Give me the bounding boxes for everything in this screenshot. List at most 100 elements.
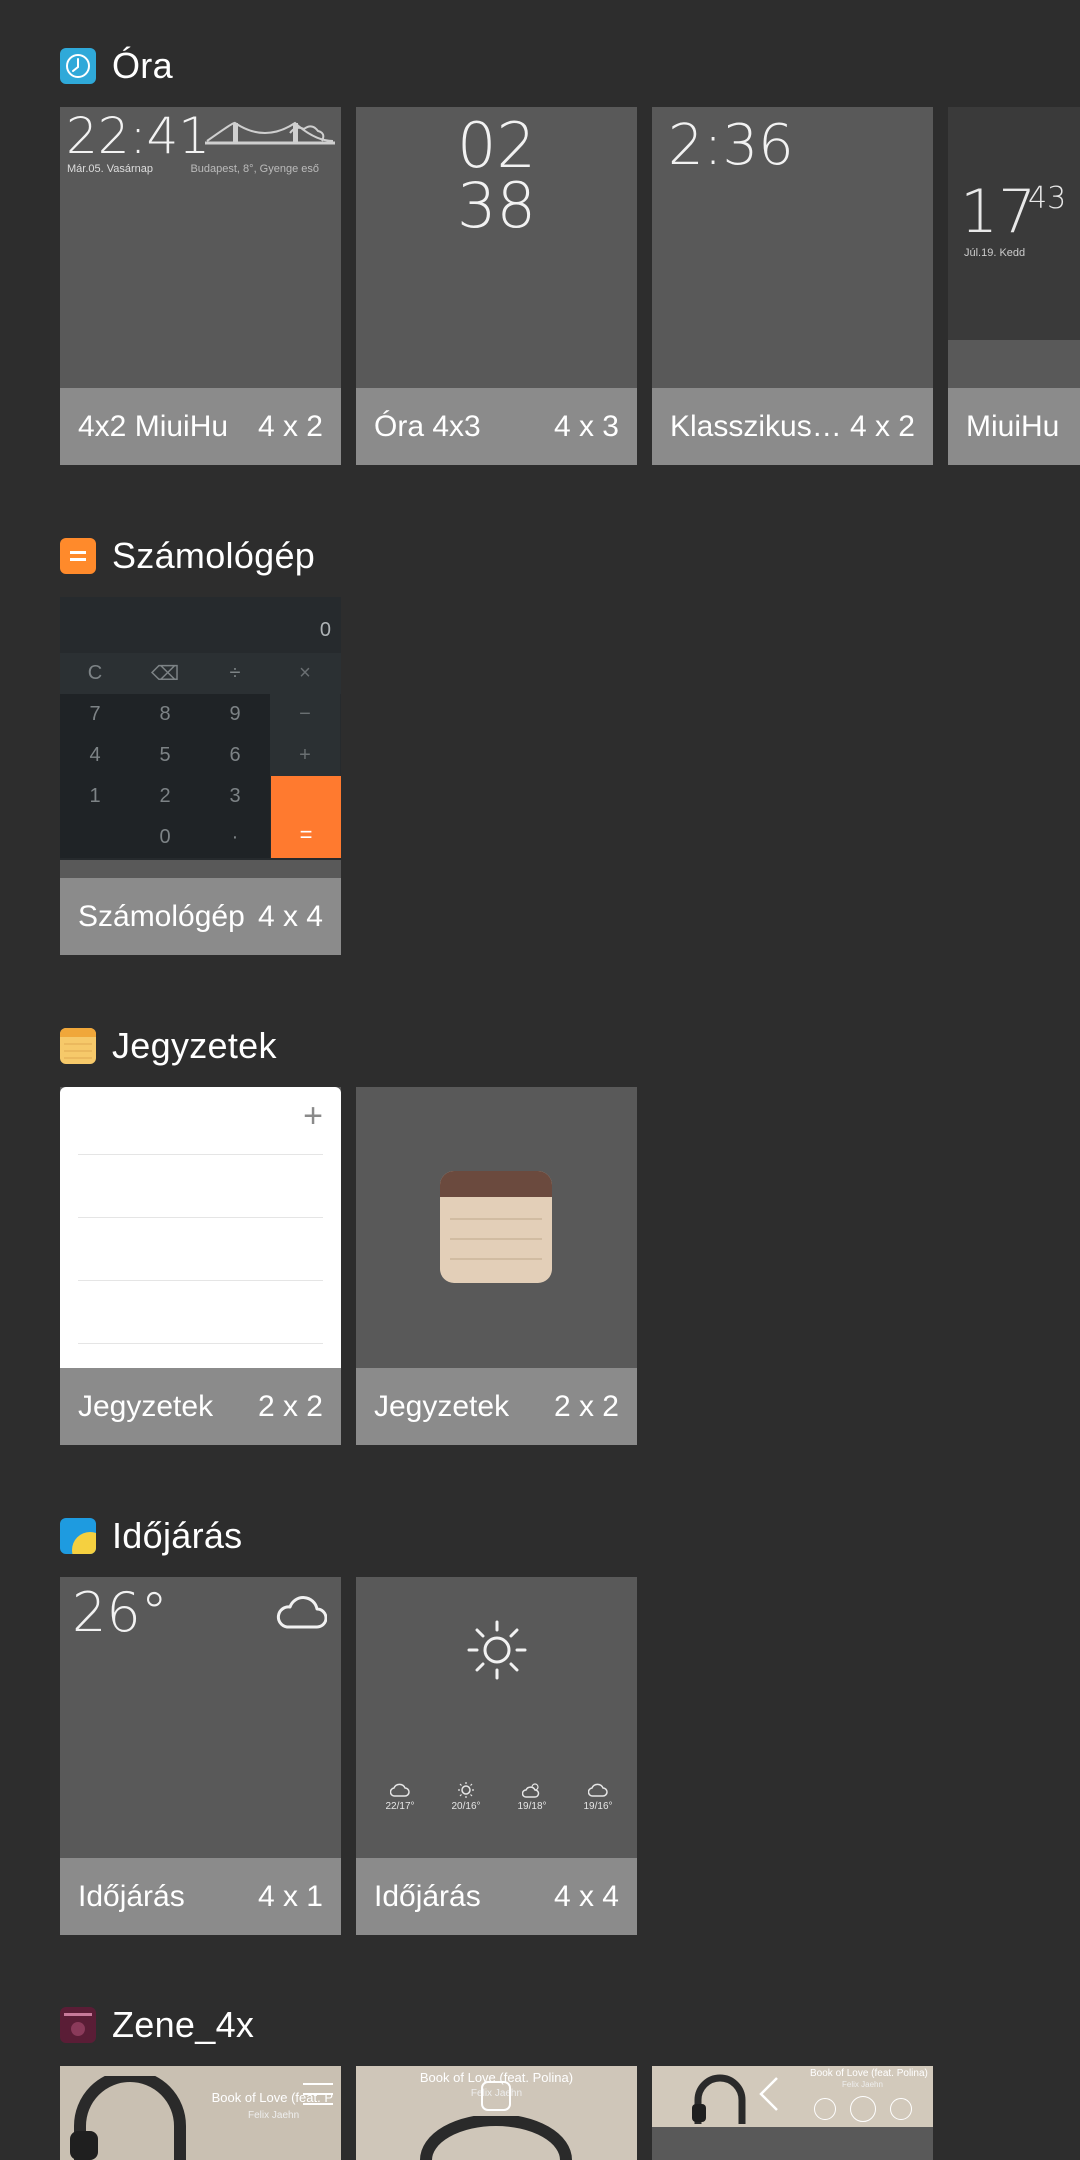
widget-preview: 17 43 Júl.19. Kedd — [948, 107, 1080, 340]
forecast-temps: 22/17° — [385, 1801, 415, 1812]
section-name: Időjárás — [112, 1515, 243, 1556]
headphones-icon — [420, 2116, 572, 2160]
widget-name: Jegyzetek — [374, 1389, 510, 1423]
widget-preview: 02 38 — [356, 107, 637, 388]
calc-key-5: 5 — [130, 735, 200, 776]
bridge-icon — [205, 121, 335, 145]
calc-key-plus: + — [270, 735, 340, 776]
clock-hour: 17 — [960, 177, 1037, 247]
clock-time: 2:36 — [668, 113, 794, 178]
calc-key-7: 7 — [60, 694, 130, 735]
notes-preview: + — [60, 1087, 341, 1368]
calculator-icon — [60, 538, 96, 574]
widget-name: Időjárás — [78, 1879, 185, 1913]
play-button[interactable] — [850, 2096, 876, 2122]
section-name: Zene_4x — [112, 2004, 255, 2045]
widget-size: 4 x 2 — [257, 409, 323, 443]
song-title: Book of Love (feat. Polina) — [810, 2068, 928, 2079]
widget-size: 2 x 2 — [553, 1389, 619, 1423]
cloud-sun-icon — [521, 1783, 540, 1798]
clock-minute: 43 — [1028, 181, 1067, 216]
section-name: Óra — [112, 45, 173, 86]
widget-size: 4 x 4 — [553, 1879, 619, 1913]
prev-button[interactable] — [814, 2098, 836, 2120]
weather-icon — [60, 1518, 96, 1554]
widget-preview: 2:36 — [652, 107, 933, 388]
calc-key-1: 1 — [60, 776, 130, 817]
widget-card-clock-classic[interactable]: 2:36 Klasszikus… 4 x 2 — [652, 107, 933, 465]
clock-time: 22:41 — [66, 107, 211, 165]
cloud-icon — [587, 1783, 608, 1797]
calc-key-2: 2 — [130, 776, 200, 817]
add-note-icon: + — [303, 1097, 323, 1135]
section-name: Számológép — [112, 535, 316, 576]
calc-key-6: 6 — [200, 735, 270, 776]
widget-size: 4 x 3 — [553, 409, 619, 443]
forecast-temps: 20/16° — [451, 1801, 481, 1812]
square-icon[interactable] — [478, 2076, 514, 2112]
widget-footer: MiuiHu — [948, 388, 1080, 465]
next-button[interactable] — [890, 2098, 912, 2120]
clock-minute: 38 — [457, 169, 536, 242]
music-icon — [60, 2007, 96, 2043]
calc-key-blank — [60, 817, 130, 858]
clock-date: Már.05. Vasárnap — [67, 163, 154, 175]
menu-icon[interactable] — [301, 2080, 335, 2108]
section-title-idojaras: Időjárás — [60, 1514, 242, 1558]
weather-temp: 26° — [72, 1581, 168, 1644]
clock-date: Júl.19. Kedd — [964, 247, 1026, 259]
widget-name: Időjárás — [374, 1879, 481, 1913]
widget-card-clock-4x2[interactable]: 22:41 Már.05. Vasárnap Budapest, 8°, Gye… — [60, 107, 341, 465]
back-icon[interactable] — [757, 2076, 781, 2112]
calc-key-9: 9 — [200, 694, 270, 735]
widget-card-clock-miuihu[interactable]: 17 43 Júl.19. Kedd MiuiHu — [948, 107, 1080, 465]
widget-footer: 4x2 MiuiHu 4 x 2 — [60, 388, 341, 465]
widget-footer: Időjárás 4 x 1 — [60, 1858, 341, 1935]
calc-key-dot: · — [200, 817, 270, 858]
notes-preview — [356, 1087, 637, 1368]
widget-footer: Klasszikus… 4 x 2 — [652, 388, 933, 465]
forecast-day-2: 20/16° — [436, 1782, 496, 1812]
weather-preview: 26° — [60, 1577, 341, 1858]
clock-location: Budapest, 8°, Gyenge eső — [190, 163, 319, 175]
widget-card-calculator[interactable]: 0 C ⌫ ÷ × 7 8 9 − 4 5 6 + 1 2 3 0 · = Sz… — [60, 597, 341, 955]
calc-key-equals: = — [271, 776, 341, 858]
notes-icon — [60, 1028, 96, 1064]
calc-key-8: 8 — [130, 694, 200, 735]
widget-size: 4 x 1 — [257, 1879, 323, 1913]
calc-key-3: 3 — [200, 776, 270, 817]
weather-preview: 22/17° 20/16° 19/18° 19/16° — [356, 1577, 637, 1858]
widget-name: MiuiHu — [966, 409, 1060, 443]
widget-size: 2 x 2 — [257, 1389, 323, 1423]
widget-card-music-3[interactable]: Book of Love (feat. Polina) Felix Jaehn — [652, 2066, 933, 2160]
widget-name: 4x2 MiuiHu — [78, 409, 229, 443]
calculator-preview: 0 C ⌫ ÷ × 7 8 9 − 4 5 6 + 1 2 3 0 · = — [60, 597, 341, 860]
widget-name: Klasszikus… — [670, 409, 842, 443]
widget-card-weather-4x1[interactable]: 26° Időjárás 4 x 1 — [60, 1577, 341, 1935]
widget-card-weather-4x4[interactable]: 22/17° 20/16° 19/18° 19/16° Időjárás 4 x… — [356, 1577, 637, 1935]
forecast-temps: 19/18° — [517, 1801, 547, 1812]
widget-card-notes-list[interactable]: + Jegyzetek 2 x 2 — [60, 1087, 341, 1445]
clock-icon — [60, 48, 96, 84]
section-name: Jegyzetek — [112, 1025, 277, 1066]
calc-key-multiply: × — [299, 662, 311, 684]
widget-card-music-2[interactable]: Book of Love (feat. Polina) Felix Jaehn — [356, 2066, 637, 2160]
headphones-icon — [70, 2076, 186, 2160]
forecast-day-1: 22/17° — [370, 1782, 430, 1812]
widget-size: 4 x 2 — [849, 409, 915, 443]
widget-card-clock-4x3[interactable]: 02 38 Óra 4x3 4 x 3 — [356, 107, 637, 465]
song-artist: Felix Jaehn — [842, 2080, 883, 2089]
widget-card-notes-icon[interactable]: Jegyzetek 2 x 2 — [356, 1087, 637, 1445]
sun-icon — [458, 1782, 474, 1798]
section-title-ora: Óra — [60, 44, 173, 88]
widget-card-music-1[interactable]: Book of Love (feat. P Felix Jaehn — [60, 2066, 341, 2160]
section-title-jegyzetek: Jegyzetek — [60, 1024, 277, 1068]
calc-key-divide: ÷ — [229, 662, 241, 684]
forecast-day-4: 19/16° — [568, 1782, 628, 1812]
cloud-icon — [276, 1596, 327, 1629]
widget-footer: Jegyzetek 2 x 2 — [60, 1368, 341, 1445]
sun-icon — [467, 1620, 527, 1680]
headphones-icon — [692, 2074, 746, 2124]
section-title-zene: Zene_4x — [60, 2003, 254, 2047]
cloud-icon — [389, 1783, 410, 1797]
